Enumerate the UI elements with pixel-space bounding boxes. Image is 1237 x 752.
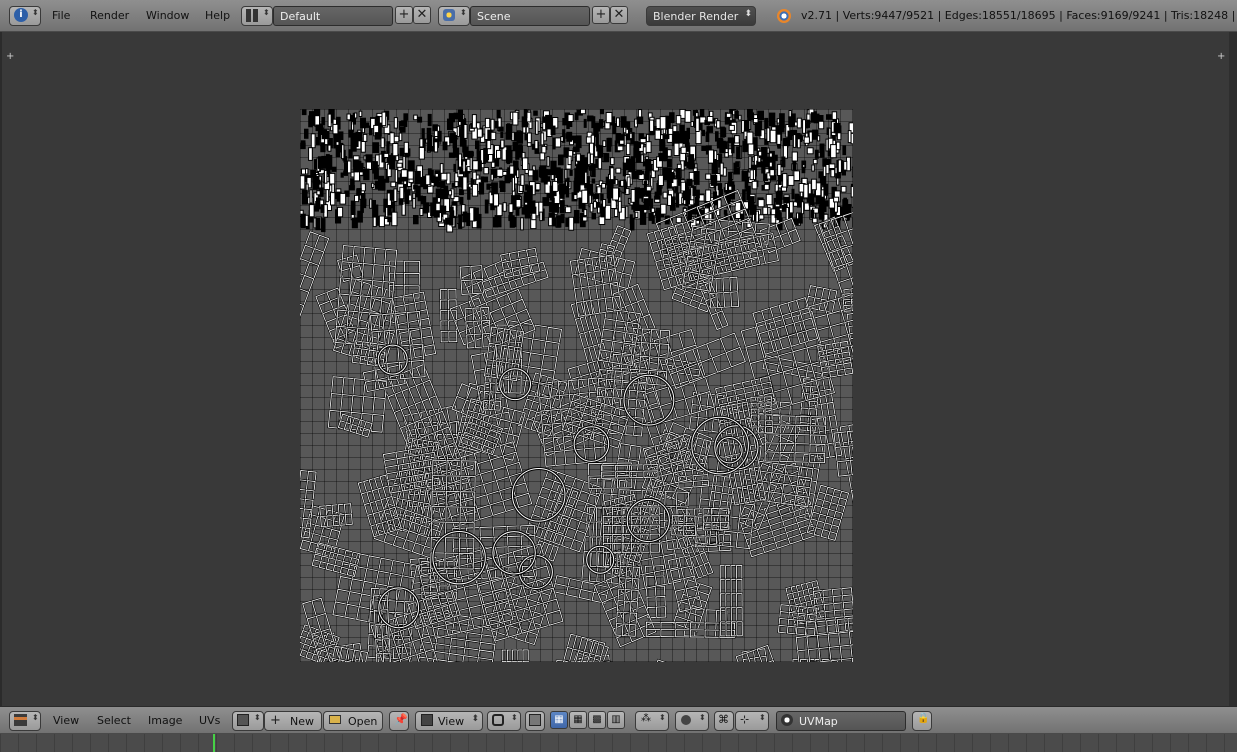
info-icon: i — [14, 8, 28, 22]
uvmap-name: UVMap — [799, 715, 838, 728]
uvmap-field[interactable]: UVMap — [776, 711, 906, 731]
menu-select[interactable]: Select — [97, 714, 131, 727]
folder-icon — [329, 715, 341, 724]
uv-wireframe — [300, 109, 853, 662]
scene-statistics: v2.71 | Verts:9447/9521 | Edges:18551/18… — [801, 9, 1237, 22]
island-select-mode-icon[interactable]: ▥ — [607, 711, 625, 729]
uv-image-editor-viewport[interactable]: + + — [0, 32, 1231, 706]
magnet-icon: ⌘ — [718, 713, 729, 726]
chevron-updown-icon: ⬍ — [32, 713, 39, 722]
lock-icon: 🔒 — [917, 713, 930, 724]
new-label: New — [290, 715, 314, 728]
open-label: Open — [348, 715, 378, 728]
pivot-point-dropdown[interactable]: ⬍ — [487, 711, 521, 731]
sync-selection-toggle[interactable] — [525, 711, 545, 731]
menu-file[interactable]: File — [52, 9, 70, 22]
delete-layout-icon[interactable]: ✕ — [413, 6, 431, 24]
area-split-icon[interactable]: + — [1217, 52, 1227, 62]
scene-name: Scene — [477, 10, 511, 23]
menu-help[interactable]: Help — [205, 9, 230, 22]
chevron-updown-icon: ⬍ — [699, 713, 706, 722]
snap-element-icon: ⊹ — [740, 713, 750, 726]
layout-icon — [246, 9, 258, 22]
pin-icon: 📌 — [394, 713, 408, 726]
proportional-editing-icon — [681, 715, 691, 725]
sticky-selection-icon: ⁂ — [641, 713, 651, 724]
menu-render[interactable]: Render — [90, 9, 129, 22]
editor-type-button[interactable]: ⬍ — [9, 711, 41, 731]
add-scene-icon[interactable]: + — [592, 6, 610, 24]
chevron-updown-icon: ⬍ — [471, 714, 479, 724]
edge-select-mode-icon[interactable]: ▦ — [569, 711, 587, 729]
chevron-updown-icon: ⬍ — [263, 8, 270, 17]
screen-layout-field[interactable]: Default — [273, 6, 393, 26]
vertex-select-mode-icon[interactable]: ▦ — [550, 711, 568, 729]
chevron-updown-icon: ⬍ — [32, 8, 39, 17]
menu-uvs[interactable]: UVs — [199, 714, 220, 727]
scene-selector[interactable]: ⬍ — [438, 6, 470, 26]
editor-type-button[interactable]: i ⬍ — [9, 6, 41, 26]
area-resize-edge[interactable] — [1229, 32, 1237, 706]
chevron-updown-icon: ⬍ — [744, 9, 752, 19]
chevron-updown-icon: ⬍ — [511, 713, 518, 722]
sync-selection-icon — [529, 714, 541, 726]
timeline-strip[interactable] — [0, 734, 1237, 752]
snap-element-dropdown[interactable]: ⊹ ⬍ — [735, 711, 769, 731]
area-split-icon[interactable]: + — [6, 52, 16, 62]
render-engine-dropdown[interactable]: Blender Render ⬍ — [646, 6, 756, 26]
uvmap-icon — [781, 714, 793, 726]
scene-field[interactable]: Scene — [470, 6, 590, 26]
open-image-button[interactable]: Open — [323, 711, 383, 731]
new-image-button[interactable]: + New — [264, 711, 322, 731]
plus-icon: + — [270, 713, 281, 728]
chevron-updown-icon: ⬍ — [759, 713, 766, 722]
screen-layout-name: Default — [280, 10, 321, 23]
proportional-editing-dropdown[interactable]: ⬍ — [675, 711, 709, 731]
image-browse-icon — [237, 714, 249, 726]
screen-layout-selector[interactable]: ⬍ — [241, 6, 273, 26]
menu-window[interactable]: Window — [146, 9, 189, 22]
delete-scene-icon[interactable]: ✕ — [610, 6, 628, 24]
view-mode-label: View — [438, 715, 465, 728]
info-header: i ⬍ File Render Window Help ⬍ Default + … — [0, 0, 1237, 32]
pin-image-toggle[interactable]: 📌 — [389, 711, 409, 731]
menu-view[interactable]: View — [53, 714, 79, 727]
snap-toggle[interactable]: ⌘ — [714, 711, 734, 731]
image-browse-button[interactable]: ⬍ — [232, 711, 264, 731]
image-editor-icon — [14, 714, 27, 726]
render-engine-label: Blender Render — [653, 10, 739, 23]
view-mode-icon — [421, 714, 433, 726]
scene-icon — [443, 9, 455, 21]
blender-logo-icon — [777, 9, 791, 23]
face-select-mode-icon[interactable]: ▩ — [588, 711, 606, 729]
add-layout-icon[interactable]: + — [395, 6, 413, 24]
uv-grid-image[interactable] — [300, 109, 853, 662]
chevron-updown-icon: ⬍ — [254, 713, 261, 722]
chevron-updown-icon: ⬍ — [460, 8, 467, 17]
view-mode-dropdown[interactable]: View ⬍ — [415, 711, 483, 731]
lock-toggle[interactable]: 🔒 — [912, 711, 932, 731]
pivot-icon — [492, 714, 504, 726]
sticky-selection-dropdown[interactable]: ⁂ ⬍ — [635, 711, 669, 731]
menu-image[interactable]: Image — [148, 714, 182, 727]
image-editor-header: ⬍ View Select Image UVs ⬍ + New Open 📌 V… — [0, 706, 1237, 734]
current-frame-marker[interactable] — [213, 734, 215, 752]
chevron-updown-icon: ⬍ — [659, 713, 666, 722]
